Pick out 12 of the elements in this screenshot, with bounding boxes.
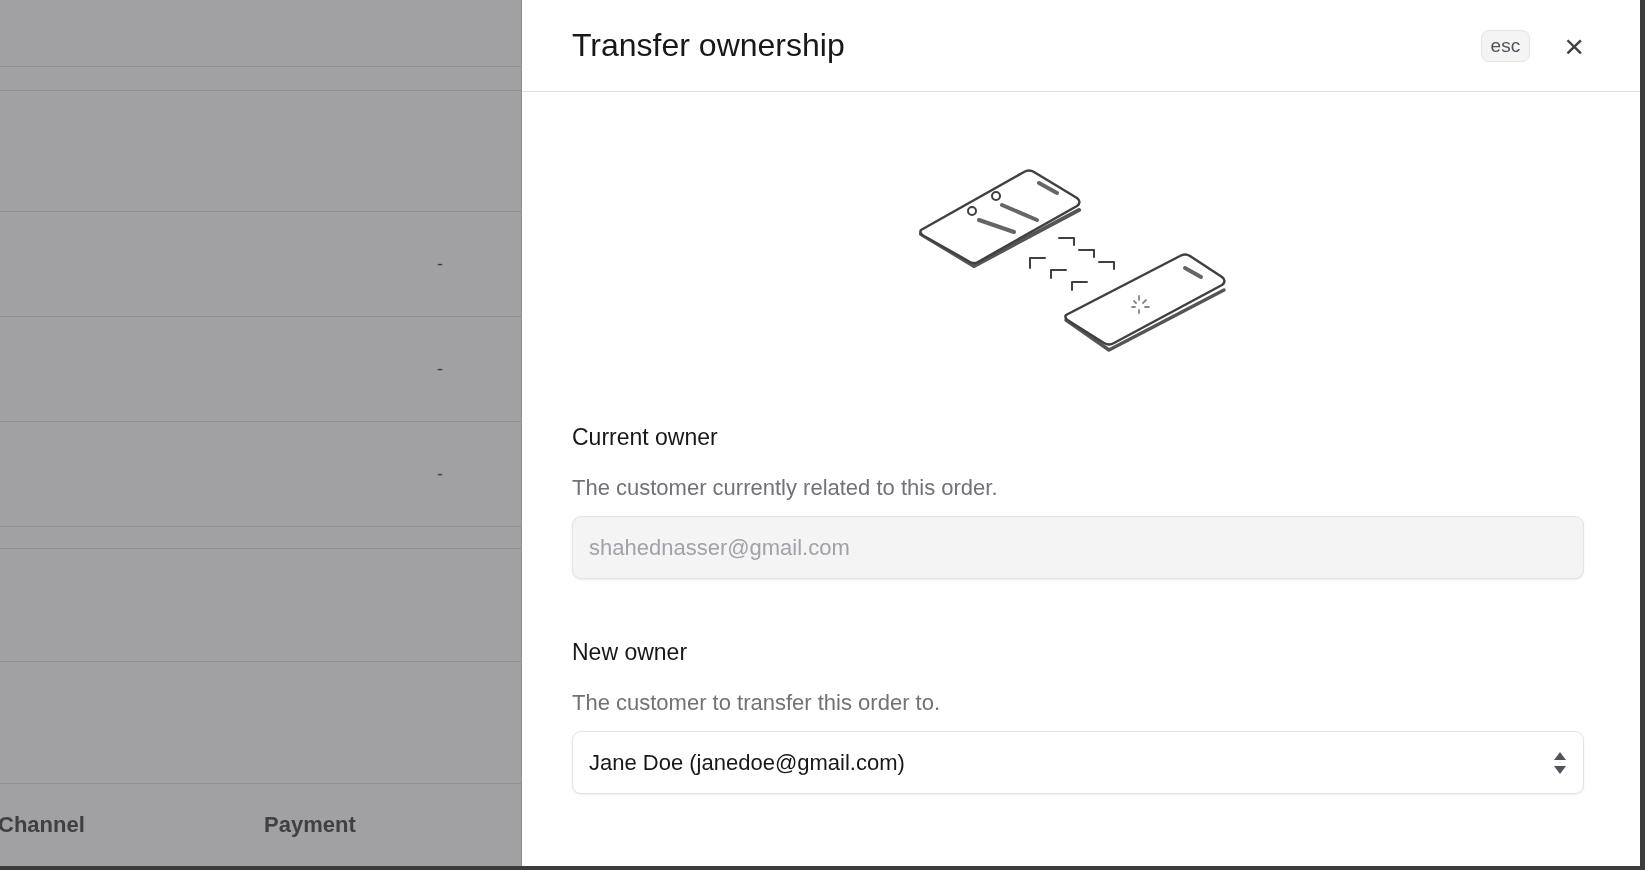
select-field[interactable]: Jane Doe (janedoe@gmail.com)	[572, 731, 1584, 794]
field-description: The customer to transfer this order to.	[572, 690, 942, 716]
table-cell: -	[437, 253, 443, 275]
table-cell: -	[437, 358, 443, 380]
field-label: Current owner	[572, 424, 719, 451]
drawer-title: Transfer ownership	[572, 27, 846, 64]
keyboard-shortcut: esc	[1480, 29, 1531, 62]
table-cell: -	[437, 463, 443, 485]
close-button[interactable]: ×	[1560, 28, 1588, 63]
field-label: New owner	[572, 639, 689, 666]
column-header: Payment	[264, 812, 356, 838]
field-description: The customer currently related to this order.	[572, 475, 999, 501]
